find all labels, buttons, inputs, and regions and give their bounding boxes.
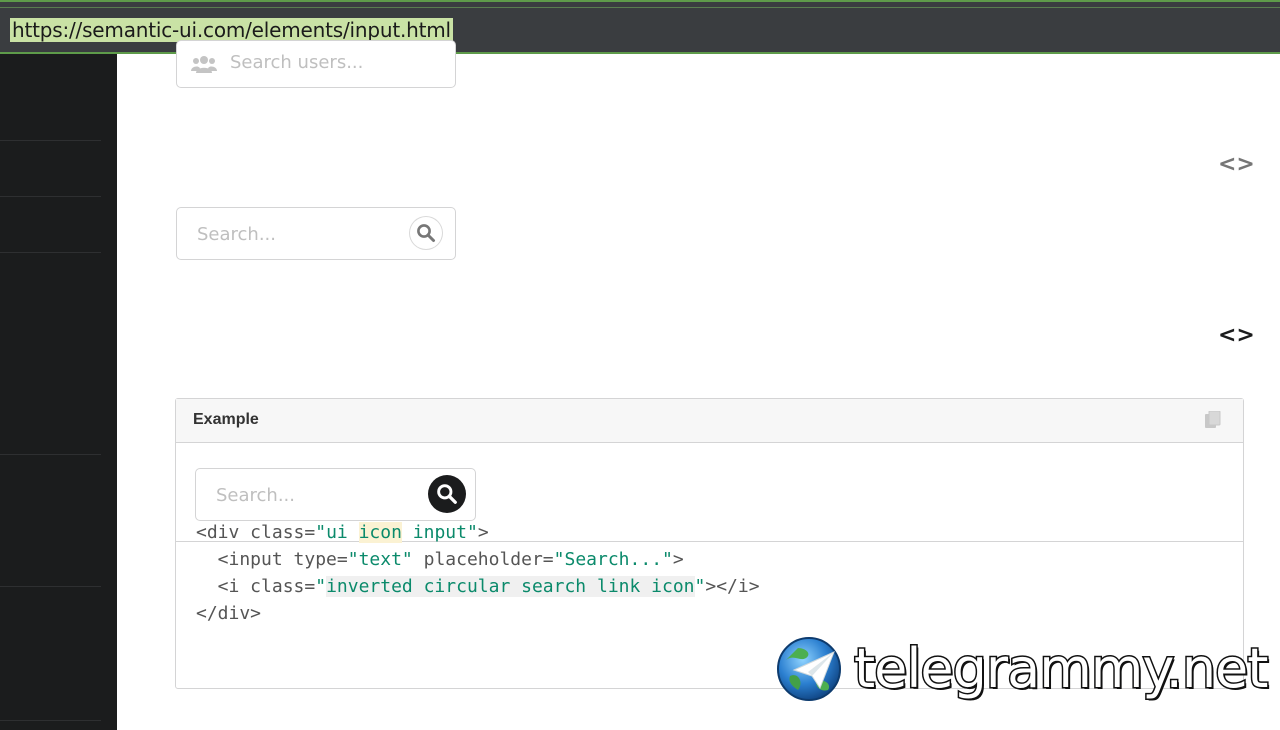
sidebar-divider	[0, 586, 101, 587]
copy-icon[interactable]	[1205, 411, 1221, 429]
globe-paper-plane-icon	[777, 637, 841, 701]
circular-search-placeholder: Search...	[197, 224, 277, 245]
search-icon	[417, 224, 435, 242]
telegrammy-watermark: telegrammy.net	[776, 636, 1276, 704]
sidebar-divider	[0, 140, 101, 141]
search-users-input[interactable]: Search users...	[176, 40, 456, 88]
sidebar-divider	[0, 196, 101, 197]
sidebar-menu	[0, 54, 117, 730]
example-header: Example	[176, 399, 1243, 443]
code-line: <input type="text" placeholder="Search..…	[196, 549, 684, 570]
sidebar-divider	[0, 720, 101, 721]
search-users-placeholder: Search users...	[230, 52, 364, 73]
hide-code-icon[interactable]: <>	[1218, 325, 1255, 347]
code-line: <div class="ui icon input">	[196, 522, 489, 543]
watermark-text: telegrammy.net	[852, 636, 1269, 701]
inverted-search-placeholder: Search...	[216, 485, 296, 506]
circular-search-icon-wrap[interactable]	[409, 216, 443, 250]
example-title: Example	[193, 411, 259, 428]
sidebar-divider	[0, 252, 101, 253]
inverted-circular-search-input[interactable]: Search...	[195, 468, 476, 521]
code-snippet: <div class="ui icon input"> <input type=…	[196, 519, 760, 627]
circular-search-input[interactable]: Search...	[176, 207, 456, 260]
show-code-icon[interactable]: <>	[1218, 154, 1255, 176]
url-text[interactable]: https://semantic-ui.com/elements/input.h…	[10, 18, 453, 42]
code-line: <i class="inverted circular search link …	[196, 576, 760, 597]
users-icon	[191, 56, 217, 73]
inverted-search-button[interactable]	[428, 475, 466, 513]
sidebar-divider	[0, 454, 101, 455]
search-icon	[437, 484, 457, 504]
code-line: </div>	[196, 603, 262, 624]
